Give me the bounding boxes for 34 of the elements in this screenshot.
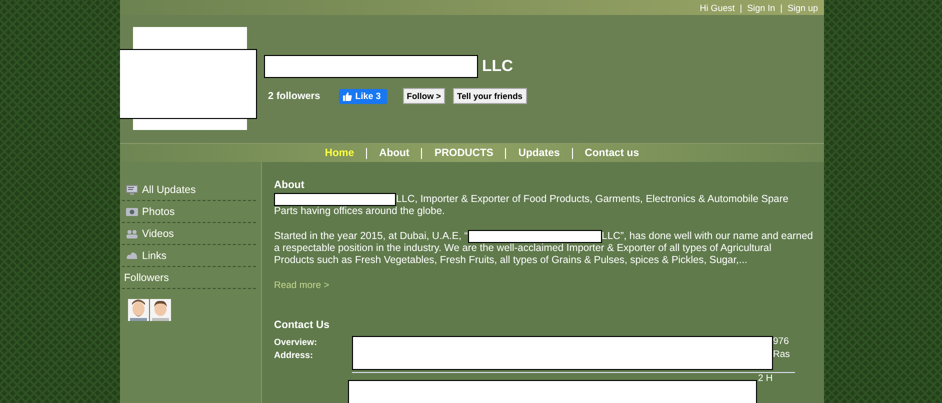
nav-link[interactable]: PRODUCTS <box>421 148 506 158</box>
share-button[interactable]: Tell your friends <box>453 88 527 104</box>
read-more-link[interactable]: Read more > <box>274 280 330 291</box>
field-value: 976 <box>773 336 789 347</box>
nav-link[interactable]: Contact us <box>572 148 652 158</box>
field-label: Address: <box>274 350 314 360</box>
field-value: 2 H <box>758 373 774 384</box>
section-heading: Contact Us <box>274 319 330 331</box>
about-text: Products such as Fresh Vegetables, Fresh Fruits, all types of Grains & Pulses, spices & Pickles, Sugar,... <box>274 255 748 267</box>
company-suffix: LLC <box>482 58 514 76</box>
nav-link[interactable]: Home <box>312 148 366 158</box>
account-link[interactable]: Sign up <box>787 2 818 12</box>
followers-count: 2 followers <box>268 90 320 102</box>
about-text: Started in the year 2015, at Dubai, U.A.E, “ <box>274 230 468 242</box>
like-button[interactable]: Like 3 <box>339 88 387 104</box>
about-text: LLC, Importer & Exporter of Food Products, Garments, Electronics & Automobile Spare <box>396 194 788 206</box>
sidebar-item[interactable]: Videos <box>122 223 256 245</box>
sidebar-item[interactable]: All Updates <box>122 179 256 201</box>
nav-link[interactable]: Updates <box>505 148 572 158</box>
sidebar-item[interactable]: Photos <box>122 201 256 223</box>
field-value: Ras <box>773 349 790 360</box>
follow-button[interactable]: Follow > <box>402 88 446 104</box>
greeting-text: Hi Guest <box>700 2 735 12</box>
about-text: LLC”, has done well with our name and earned <box>602 230 813 242</box>
section-heading: About <box>274 179 306 191</box>
sidebar-item[interactable]: Followers <box>122 267 256 289</box>
field-label: Overview: <box>274 336 318 346</box>
account-link[interactable]: Sign In <box>747 2 776 12</box>
separator: | <box>780 2 782 12</box>
nav-link[interactable]: About <box>366 148 422 158</box>
sidebar-item[interactable]: Links <box>122 245 256 267</box>
about-text: Parts having offices around the globe. <box>274 206 445 218</box>
separator: | <box>740 2 742 12</box>
about-text: a respectable position in the industry. We are the well-acclaimed Importer & Exporter of all types of Agricultural <box>274 243 772 255</box>
